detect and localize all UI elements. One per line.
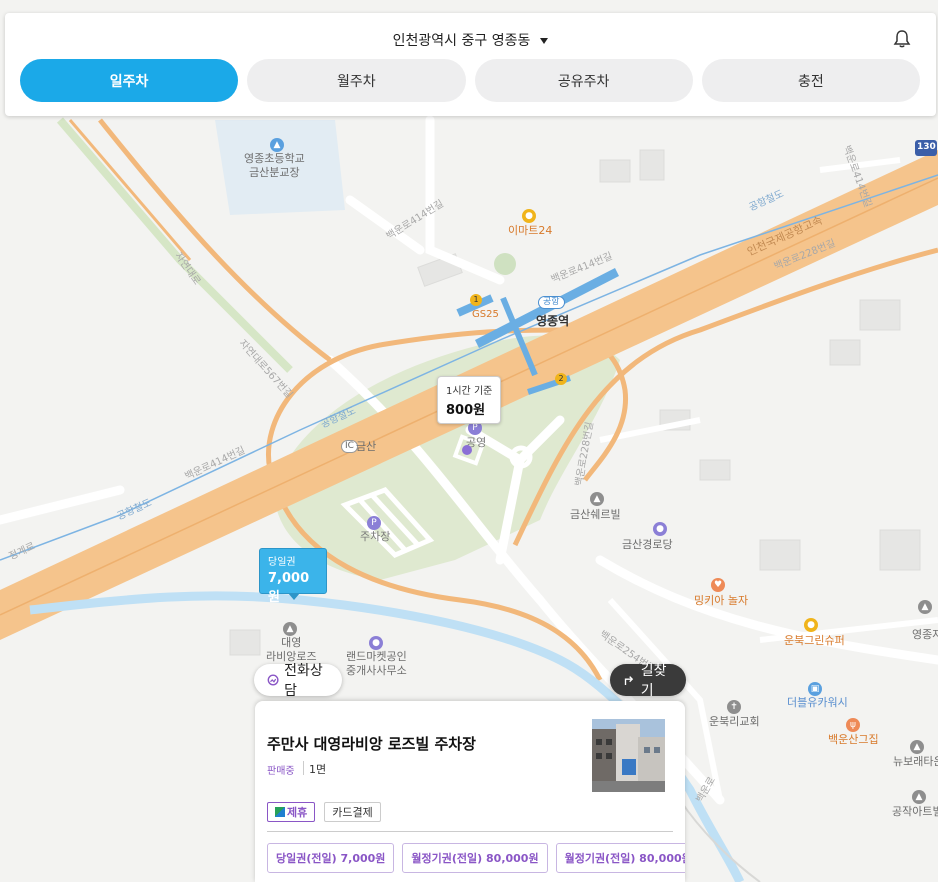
gs25-label[interactable]: GS25 (472, 309, 499, 322)
divider (303, 761, 304, 775)
restaurant-icon[interactable]: ψ (846, 718, 860, 732)
tab-shared[interactable]: 공유주차 (474, 59, 693, 102)
feature-chips: 제휴 카드결제 (267, 802, 381, 822)
airport-station-badge: 공항 (538, 296, 565, 310)
parking-info-card[interactable]: 주만사 대영라비앙 로즈빌 주차장 판매중 1면 제휴 카드결제 당일권(전일)… (255, 701, 685, 882)
tab-monthly[interactable]: 월주차 (247, 59, 466, 102)
turn-arrow-icon (624, 676, 634, 686)
store-icon[interactable]: ● (804, 618, 818, 632)
top-panel: 인천광역시 중구 영종동 일주차 월주차 공유주차 충전 (5, 13, 936, 116)
ticket-list: 당일권(전일) 7,000원 월정기권(전일) 80,000원 월정기권(전일)… (267, 843, 685, 873)
ticket-option[interactable]: 월정기권(전일) 80,000원 (402, 843, 548, 873)
parking-lot-label[interactable]: 주차장 (360, 530, 390, 544)
unbuk-store-label[interactable]: 운북그린슈퍼 (784, 634, 845, 648)
price-value: 800원 (446, 403, 486, 418)
price-basis: 1시간 기준 (446, 386, 493, 397)
place-icon[interactable]: ● (369, 636, 383, 650)
caret-down-icon (540, 38, 549, 44)
route-130-label: 130 (917, 142, 936, 152)
building-icon[interactable]: ▲ (910, 740, 924, 754)
sale-status: 판매중 (267, 766, 295, 777)
exit-1-icon: 1 (470, 294, 482, 306)
carwash-label[interactable]: 더블유카워시 (787, 696, 848, 710)
tab-daily[interactable]: 일주차 (20, 59, 239, 102)
partner-chip: 제휴 (267, 802, 316, 822)
partner-chip-label: 제휴 (287, 806, 308, 819)
partner-logo-icon (275, 807, 285, 817)
emart24-label[interactable]: 이마트24 (508, 224, 552, 238)
building-icon[interactable]: ▲ (912, 790, 926, 804)
roundabout (494, 253, 516, 275)
tab-charging[interactable]: 충전 (701, 59, 920, 102)
ticket-price: 7,000원 (268, 571, 310, 605)
church-icon[interactable]: ✝ (727, 700, 741, 714)
card-divider (267, 831, 673, 832)
parking-lot-title: 주만사 대영라비앙 로즈빌 주차장 (267, 735, 476, 753)
carwash-icon[interactable]: ▣ (808, 682, 822, 696)
place-icon[interactable]: ● (653, 522, 667, 536)
phone-consult-button[interactable]: 전화상담 (254, 663, 342, 699)
headset-icon (267, 674, 279, 686)
directions-label: 길찾기 (640, 663, 667, 699)
restaurant-label[interactable]: 백운산그집 (828, 733, 879, 747)
parking-icon[interactable]: P (367, 516, 381, 530)
building-icon[interactable]: ▲ (590, 492, 604, 506)
space-count: 1면 (309, 763, 327, 776)
school-label: 영종초등학교 금산분교장 (244, 152, 305, 179)
directions-button[interactable]: 길찾기 (610, 663, 686, 699)
parking-price-marker[interactable]: 1시간 기준 800원 (437, 376, 502, 424)
realestate-label[interactable]: 랜드마켓공인 중개사사무소 (346, 650, 407, 678)
geumsan-label: 금산 (356, 440, 377, 453)
senior-center-label[interactable]: 금산경로당 (622, 538, 673, 552)
ticket-option[interactable]: 당일권(전일) 7,000원 (267, 843, 395, 873)
parking-type-tabs: 일주차 월주차 공유주차 충전 (20, 59, 920, 102)
school-icon: ▲ (270, 138, 284, 152)
geumsan-villa-label[interactable]: 금산쉐르빌 (570, 508, 621, 522)
building-icon[interactable]: ▲ (918, 600, 932, 614)
selected-parking-marker[interactable]: 당일권 7,000원 (259, 548, 327, 605)
yeongjong-label[interactable]: 영종자 (912, 628, 938, 642)
building-photo (592, 719, 665, 792)
card-payment-chip: 카드결제 (324, 802, 381, 822)
store-icon[interactable]: ● (522, 209, 536, 223)
building-icon[interactable]: ▲ (283, 622, 297, 636)
newbora-label[interactable]: 뉴보래타운 (893, 755, 938, 769)
bell-icon[interactable] (892, 29, 912, 49)
ticket-option[interactable]: 월정기권(전일) 80,000원 (555, 843, 685, 873)
parking-lot-photo[interactable] (592, 719, 665, 792)
church-label[interactable]: 운북리교회 (709, 715, 760, 729)
region-selector[interactable]: 인천광역시 중구 영종동 (5, 30, 936, 50)
parking-location-dot (462, 445, 472, 455)
playroom-icon[interactable]: ♥ (711, 578, 725, 592)
exit-2-icon: 2 (555, 373, 567, 385)
gongjak-label[interactable]: 공작아트빌 (892, 805, 938, 819)
phone-consult-label: 전화상담 (284, 663, 323, 699)
region-label: 인천광역시 중구 영종동 (392, 33, 531, 49)
yeongjong-station-label[interactable]: 영종역 (536, 314, 569, 329)
mingkia-label[interactable]: 밍키아 놀자 (694, 594, 748, 608)
ticket-type: 당일권 (268, 557, 296, 568)
